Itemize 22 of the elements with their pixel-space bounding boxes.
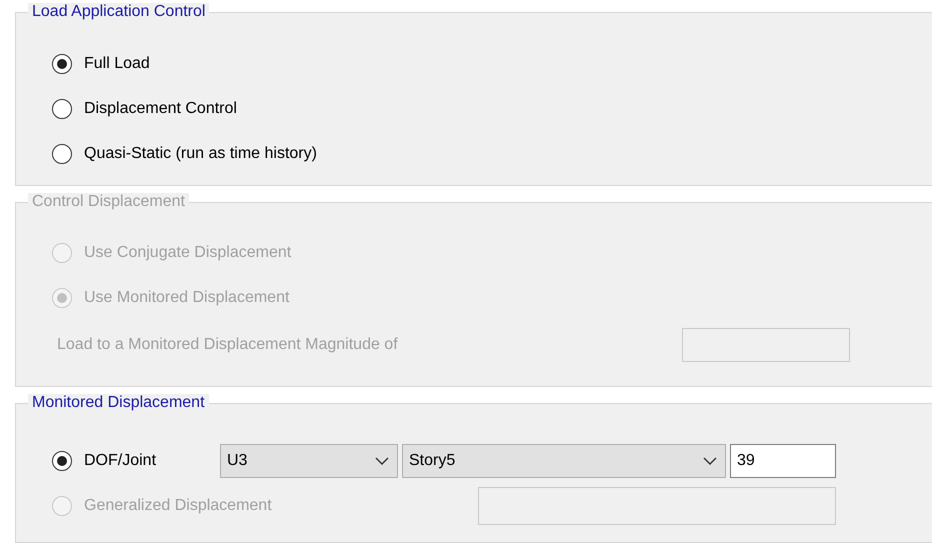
radio-button[interactable] [52,450,72,470]
option-label: Quasi-Static (run as time history) [84,144,317,164]
chevron-down-icon [375,456,389,464]
dropdown-value: Story5 [409,450,456,470]
option-label: Generalized Displacement [84,496,273,516]
option-label: Use Conjugate Displacement [84,242,292,262]
chevron-down-icon [703,456,717,464]
group-title: Monitored Displacement [28,394,209,412]
option-label: Displacement Control [84,98,237,118]
option-label: Full Load [84,54,150,74]
group-title: Control Displacement [28,193,189,211]
radio-button[interactable] [52,98,72,118]
group-title: Load Application Control [28,3,210,21]
dropdown[interactable]: Story5 [402,444,726,478]
radio-button[interactable] [52,54,72,74]
dropdown-value: U3 [227,450,248,470]
input-field[interactable]: 39 [730,444,836,478]
option-label: Use Monitored Displacement [84,288,290,308]
dropdown[interactable]: U3 [220,444,398,478]
field-label: Load to a Monitored Displacement Magnitude of [57,334,399,354]
radio-button[interactable] [52,144,72,164]
option-label: DOF/Joint [84,450,158,470]
